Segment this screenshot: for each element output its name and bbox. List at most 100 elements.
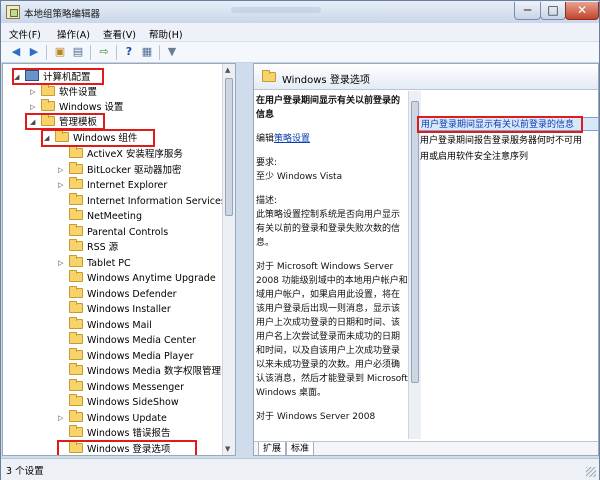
tree-item[interactable]: RSS 源 — [69, 239, 118, 255]
toolbar-separator — [46, 45, 47, 60]
navigation-tree[interactable]: ◢ 计算机配置 ▷ 软件设置 ▷ Windows 设置 ◢ 管理模板 ◢ Win… — [2, 63, 236, 456]
tree-item-label: Tablet PC — [87, 258, 131, 269]
setting-row[interactable]: 用或启用软件安全注意序列 — [418, 150, 598, 164]
tab-extended[interactable]: 扩展 — [258, 442, 287, 455]
folder-icon — [69, 177, 83, 189]
details-header: Windows 登录选项 — [254, 64, 598, 90]
expand-icon[interactable]: ▷ — [58, 163, 63, 178]
folder-icon — [69, 193, 83, 205]
tree-item[interactable]: Windows Messenger — [69, 379, 184, 395]
tab-standard[interactable]: 标准 — [286, 442, 315, 455]
minimize-button[interactable]: ─ — [514, 2, 541, 20]
folder-icon — [41, 99, 55, 111]
forward-icon[interactable]: ▶ — [27, 45, 41, 59]
tree-item-label: Internet Explorer — [87, 180, 168, 191]
tree-item-label: Windows SideShow — [87, 397, 179, 408]
tree-item-label: NetMeeting — [87, 211, 142, 222]
export-list-icon[interactable]: ⇨ — [97, 45, 111, 59]
tree-item[interactable]: Windows 错误报告 — [69, 425, 171, 441]
tree-item[interactable]: Windows Mail — [69, 317, 152, 333]
tree-node-software[interactable]: ▷ 软件设置 — [30, 84, 97, 100]
tree-item[interactable]: Windows Defender — [69, 286, 177, 302]
folder-icon — [69, 379, 83, 391]
close-button[interactable]: ✕ — [565, 2, 599, 20]
tree-item-label: Windows Mail — [87, 320, 152, 331]
edit-policy-link[interactable]: 策略设置 — [274, 134, 310, 144]
menu-action[interactable]: 操作(A) — [57, 27, 90, 41]
tree-item-label: Internet Information Services — [87, 196, 226, 207]
toolbar-separator — [90, 45, 91, 60]
tree-item-label: ActiveX 安装程序服务 — [87, 149, 183, 160]
expand-icon[interactable]: ▷ — [58, 256, 63, 271]
pane-splitter[interactable] — [237, 63, 253, 456]
tree-item[interactable]: ▷ BitLocker 驱动器加密 — [58, 162, 181, 178]
resize-grip[interactable] — [586, 467, 596, 477]
folder-icon — [69, 146, 83, 158]
tree-item[interactable]: ▷ Tablet PC — [58, 255, 131, 271]
tree-item[interactable]: Windows Media 数字权限管理 — [69, 363, 221, 379]
menu-help[interactable]: 帮助(H) — [149, 27, 183, 41]
tree-item[interactable]: Parental Controls — [69, 224, 168, 240]
expand-icon[interactable]: ▷ — [58, 178, 63, 193]
show-hide-tree-icon[interactable]: ▤ — [71, 45, 85, 59]
tree-item[interactable]: Windows Anytime Upgrade — [69, 270, 216, 286]
tree-vertical-scrollbar[interactable]: ▲ ▼ — [222, 64, 235, 455]
menu-view[interactable]: 查看(V) — [103, 27, 136, 41]
tree-item[interactable]: Windows Media Center — [69, 332, 196, 348]
expand-icon[interactable]: ▷ — [30, 85, 35, 100]
description-text-2: 对于 Microsoft Windows Server 2008 功能级别域中的… — [256, 262, 408, 398]
scroll-up-icon[interactable]: ▲ — [225, 66, 230, 74]
tree-item[interactable]: NetMeeting — [69, 208, 142, 224]
properties-icon[interactable]: ▦ — [140, 45, 154, 59]
blurred-title-area — [231, 7, 321, 13]
maximize-button[interactable]: □ — [540, 2, 566, 20]
highlight-box — [41, 129, 155, 147]
help-icon[interactable]: ? — [122, 45, 136, 59]
scroll-thumb[interactable] — [225, 78, 233, 216]
menu-file[interactable]: 文件(F) — [9, 27, 41, 41]
tree-item-label: Windows Anytime Upgrade — [87, 273, 216, 284]
scroll-down-icon[interactable]: ▼ — [225, 445, 230, 453]
highlight-box — [25, 113, 105, 130]
folder-icon — [69, 224, 83, 236]
toolbar-separator — [116, 45, 117, 60]
folder-icon — [69, 410, 83, 422]
toolbar: ◀ ▶ ▣ ▤ ⇨ ? ▦ ▼ — [1, 42, 599, 63]
expand-icon[interactable]: ▷ — [58, 411, 63, 426]
folder-icon — [69, 317, 83, 329]
edit-prefix: 编辑 — [256, 134, 275, 144]
tree-item-label: Windows Installer — [87, 304, 171, 315]
folder-icon — [41, 84, 55, 96]
up-folder-icon[interactable]: ▣ — [53, 45, 67, 59]
setting-row[interactable]: 用户登录期间报告登录服务器何时不可用 — [418, 134, 598, 148]
highlight-box — [57, 440, 197, 455]
tree-item[interactable]: ActiveX 安装程序服务 — [69, 146, 183, 162]
title-bar[interactable]: 本地组策略编辑器 ─ □ ✕ — [1, 1, 599, 23]
requirements-value: 至少 Windows Vista — [256, 172, 343, 182]
tree-item[interactable]: Windows Installer — [69, 301, 171, 317]
description-label: 描述: — [256, 196, 278, 206]
tree-item-label: Windows Update — [87, 413, 167, 424]
status-text: 3 个设置 — [6, 466, 44, 477]
back-icon[interactable]: ◀ — [9, 45, 23, 59]
tree-item[interactable]: ▷ Windows Update — [58, 410, 167, 426]
group-policy-app-icon — [6, 5, 20, 19]
tree-item[interactable]: Windows Media Player — [69, 348, 194, 364]
folder-icon — [69, 162, 83, 174]
tree-item[interactable]: Internet Information Services — [69, 193, 226, 209]
folder-icon — [69, 270, 83, 282]
tree-item[interactable]: Windows SideShow — [69, 394, 179, 410]
tree-item[interactable]: ▷ Internet Explorer — [58, 177, 168, 193]
view-tabs: 扩展 标准 — [254, 441, 598, 455]
tree-item-label: Windows 错误报告 — [87, 428, 171, 439]
tree-item-label: Windows Media Player — [87, 351, 194, 362]
folder-icon — [69, 286, 83, 298]
folder-icon — [69, 301, 83, 313]
description-text: 此策略设置控制系统是否向用户显示有关以前的登录和登录失败次数的信息。 — [256, 210, 401, 248]
toolbar-separator — [159, 45, 160, 60]
highlight-box — [417, 116, 583, 133]
folder-icon — [69, 208, 83, 220]
description-text-3: 对于 Windows Server 2008 — [256, 412, 376, 422]
tree-item-label: Windows Defender — [87, 289, 177, 300]
filter-icon[interactable]: ▼ — [165, 45, 179, 59]
